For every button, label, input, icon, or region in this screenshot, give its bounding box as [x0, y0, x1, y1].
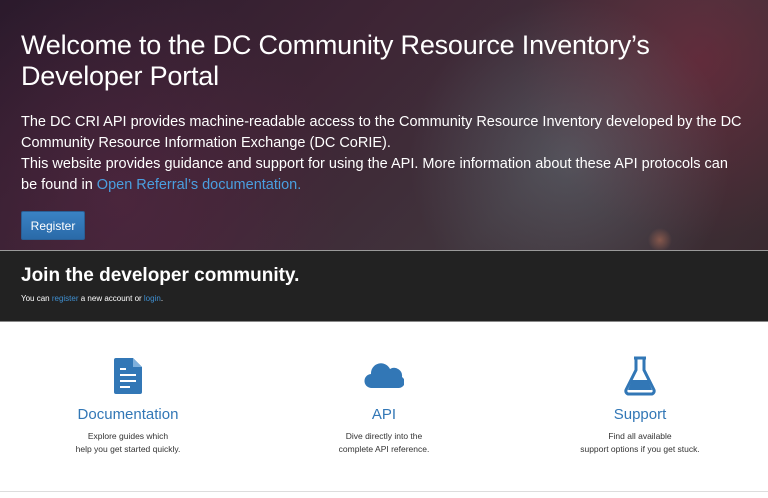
- page-title: Welcome to the DC Community Resource Inv…: [21, 30, 650, 91]
- register-button[interactable]: Register: [21, 211, 85, 240]
- cloud-icon: [364, 363, 404, 389]
- intro-text: The DC CRI API provides machine-readable…: [21, 114, 742, 151]
- intro-text-2: This website provides guidance and suppo…: [21, 156, 728, 193]
- document-icon: [114, 358, 142, 394]
- register-link[interactable]: register: [52, 294, 79, 303]
- feature-title[interactable]: API: [256, 406, 512, 423]
- community-text: You can register a new account or login.: [21, 294, 164, 303]
- features: Documentation Explore guides which help y…: [0, 322, 768, 492]
- feature-desc: Find all available support options if you…: [580, 431, 700, 454]
- community-title: Join the developer community.: [21, 265, 300, 286]
- feature-desc: Dive directly into the complete API refer…: [338, 431, 430, 454]
- login-link[interactable]: login: [144, 294, 161, 303]
- hero: Welcome to the DC Community Resource Inv…: [0, 0, 768, 251]
- open-referral-link[interactable]: Open Referral’s documentation.: [97, 177, 301, 193]
- feature-support[interactable]: Support Find all available support option…: [512, 322, 768, 491]
- feature-title[interactable]: Support: [512, 406, 768, 423]
- feature-api[interactable]: API Dive directly into the complete API r…: [256, 322, 512, 491]
- community-band: Join the developer community. You can re…: [0, 251, 768, 322]
- feature-desc: Explore guides which help you get started…: [75, 431, 181, 454]
- feature-documentation[interactable]: Documentation Explore guides which help y…: [0, 322, 256, 491]
- feature-title[interactable]: Documentation: [0, 406, 256, 423]
- flask-icon: [624, 356, 656, 396]
